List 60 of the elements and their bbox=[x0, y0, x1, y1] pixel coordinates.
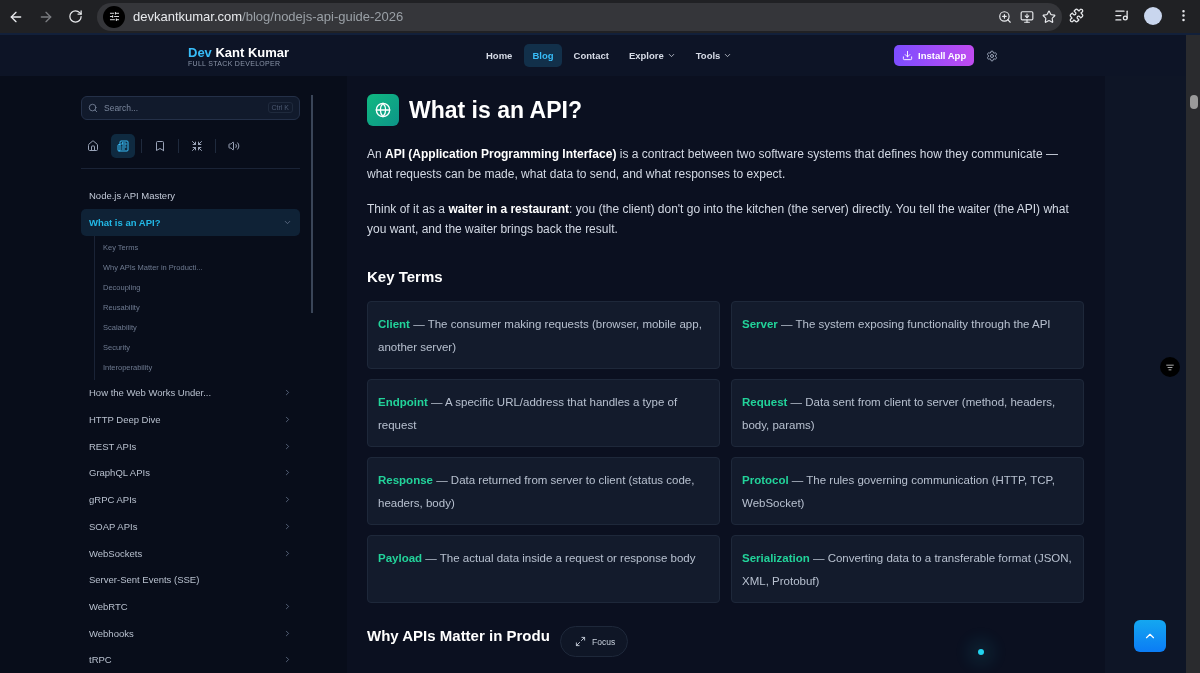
url-domain: devkantkumar.com bbox=[133, 9, 243, 24]
sidebar-item[interactable]: Server-Sent Events (SSE) bbox=[81, 566, 300, 593]
sidebar-item[interactable]: gRPC APIs bbox=[81, 486, 300, 513]
extensions-icon[interactable] bbox=[1069, 8, 1084, 23]
download-icon bbox=[902, 50, 913, 61]
sidebar-item[interactable]: GraphQL APIs bbox=[81, 459, 300, 487]
shrink-icon bbox=[191, 140, 203, 152]
course-title: Node.js API Mastery bbox=[88, 189, 177, 204]
sidebar-item[interactable]: WebSockets bbox=[81, 539, 300, 567]
settings-icon[interactable] bbox=[986, 49, 999, 62]
install-icon[interactable] bbox=[1020, 9, 1034, 24]
term-card: Serialization — Converting data to a transferable format (JSON, XML, Protobuf) bbox=[731, 535, 1084, 603]
sidebar-item[interactable]: REST APIs bbox=[81, 433, 300, 460]
nav-link[interactable]: Contact bbox=[565, 44, 617, 67]
star-icon[interactable] bbox=[1042, 9, 1056, 24]
paragraph: An API (Application Programming Interface) is a contract between two software systems that defines how they communicate — what requests can be made, what data to send, and what responses to expect. bbox=[367, 146, 1059, 183]
term-card: Client — The consumer making requests (browser, mobile app, another server) bbox=[367, 301, 720, 369]
sidebar-item[interactable]: SOAP APIs bbox=[81, 513, 300, 540]
sidebar-item[interactable]: How the Web Works Under... bbox=[81, 379, 300, 407]
scroll-top-button[interactable] bbox=[1134, 620, 1166, 652]
reload-icon[interactable] bbox=[68, 9, 83, 24]
focus-button[interactable]: Focus bbox=[560, 626, 629, 657]
section-heading: Why APIs Matter in Produ bbox=[367, 627, 550, 644]
article-title: What is an API? bbox=[409, 96, 582, 124]
nav-link[interactable]: Home bbox=[478, 44, 521, 67]
article-icon bbox=[117, 140, 129, 152]
sidebar-item[interactable]: HTTP Deep Dive bbox=[81, 406, 300, 433]
address-bar[interactable]: devkantkumar.com/blog/nodejs-api-guide-2026 bbox=[97, 2, 1062, 31]
sidebar-item[interactable]: tRPC bbox=[81, 646, 300, 673]
bookmark-icon bbox=[154, 140, 166, 152]
zoom-icon[interactable] bbox=[998, 9, 1012, 24]
term-card: Request — Data sent from client to server (method, headers, body, params) bbox=[731, 379, 1084, 447]
sidebar-item[interactable]: What is an API? bbox=[81, 208, 300, 236]
install-app-button[interactable]: Install App bbox=[894, 45, 975, 66]
status-dot bbox=[978, 649, 984, 655]
media-icon[interactable] bbox=[1114, 8, 1129, 23]
term-card: Protocol — The rules governing communication (HTTP, TCP, WebSocket) bbox=[731, 457, 1084, 525]
nav-link[interactable]: Tools bbox=[687, 44, 741, 67]
expand-icon bbox=[575, 636, 586, 647]
url-path: /blog/nodejs-api-guide-2026 bbox=[242, 9, 404, 24]
search-placeholder: Search... bbox=[104, 103, 140, 113]
search-icon bbox=[88, 103, 98, 113]
profile-avatar[interactable] bbox=[1144, 7, 1162, 25]
term-card: Server — The system exposing functionality through the API bbox=[731, 301, 1084, 369]
nav-link[interactable]: Explore bbox=[620, 44, 684, 67]
site-settings-icon bbox=[103, 5, 125, 28]
sidebar-item[interactable]: WebRTC bbox=[81, 593, 300, 620]
globe-icon bbox=[367, 94, 399, 126]
sidebar-item[interactable]: Webhooks bbox=[81, 619, 300, 647]
section-heading: Key Terms bbox=[367, 268, 444, 285]
term-card: Payload — The actual data inside a request or response body bbox=[367, 535, 720, 603]
paragraph: Think of it as a waiter in a restaurant: you (the client) don't go into the kitchen (the server) directly. You tell the waiter (the API) what you want, and the waiter brings back the result. bbox=[367, 201, 1070, 238]
home-icon bbox=[87, 140, 99, 152]
speaker-icon bbox=[228, 140, 240, 152]
term-card: Endpoint — A specific URL/address that handles a type of request bbox=[367, 379, 720, 447]
site-logo[interactable]: Dev Kant Kumar bbox=[188, 44, 478, 60]
nav-link[interactable]: Blog bbox=[524, 44, 562, 67]
term-card: Response — Data returned from server to client (status code, headers, body) bbox=[367, 457, 720, 525]
scrollbar-thumb[interactable] bbox=[1190, 95, 1198, 109]
toolbar-button[interactable] bbox=[111, 134, 135, 158]
